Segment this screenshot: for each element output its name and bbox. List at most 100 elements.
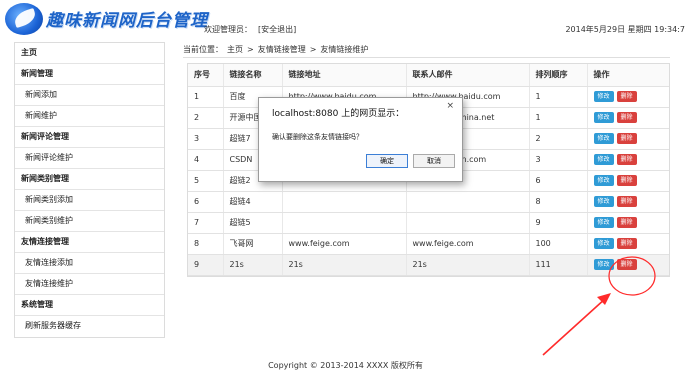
- cell-order: 3: [529, 149, 588, 171]
- edit-button[interactable]: 修改: [593, 175, 614, 186]
- table-row: 8 飞哥网 www.feige.com www.feige.com 100 修改…: [188, 233, 669, 255]
- cell-no: 2: [188, 107, 224, 129]
- cell-actions: 修改 删除: [587, 128, 669, 150]
- cell-no: 8: [188, 233, 224, 255]
- breadcrumb: 当前位置： 主页 > 友情链接管理 > 友情链接维护: [183, 44, 670, 58]
- sidebar-group-links[interactable]: 友情连接管理: [15, 232, 164, 253]
- cell-actions: 修改 删除: [587, 170, 669, 192]
- table-row: 6 超链4 8 修改 删除: [188, 191, 669, 213]
- cell-email: 21s: [406, 254, 530, 276]
- breadcrumb-separator: >: [309, 45, 317, 54]
- delete-button[interactable]: 删除: [616, 175, 637, 186]
- cell-actions: 修改 删除: [587, 107, 669, 129]
- table-row: 9 21s 21s 21s 111 修改 删除: [188, 254, 669, 276]
- site-logo-text: 趣味新闻网后台管理: [46, 11, 208, 31]
- cell-no: 7: [188, 212, 224, 234]
- edit-button[interactable]: 修改: [593, 196, 614, 207]
- breadcrumb-prefix: 当前位置：: [183, 45, 223, 54]
- sidebar-group-system[interactable]: 系统管理: [15, 295, 164, 316]
- cell-order: 1: [529, 107, 588, 129]
- column-header: 排列顺序: [529, 64, 588, 87]
- cell-actions: 修改 删除: [587, 254, 669, 276]
- delete-button[interactable]: 删除: [616, 238, 637, 249]
- footer-copyright: Copyright © 2013-2014 XXXX 版权所有: [268, 361, 423, 370]
- column-header: 链接名称: [223, 64, 283, 87]
- delete-button[interactable]: 删除: [616, 259, 637, 270]
- sidebar-group-news[interactable]: 新闻管理: [15, 64, 164, 85]
- cell-name: 21s: [223, 254, 283, 276]
- cancel-button[interactable]: 取消: [413, 154, 455, 168]
- close-icon[interactable]: ×: [446, 101, 454, 111]
- cell-email: [406, 191, 530, 213]
- sidebar-item-news-maintain[interactable]: 新闻维护: [15, 106, 164, 127]
- cell-order: 100: [529, 233, 588, 255]
- cell-url: www.feige.com: [282, 233, 407, 255]
- cell-email: www.feige.com: [406, 233, 530, 255]
- sidebar-item-category-add[interactable]: 新闻类别添加: [15, 190, 164, 211]
- cell-name: 超链5: [223, 212, 283, 234]
- cell-actions: 修改 删除: [587, 149, 669, 171]
- sidebar-item-home[interactable]: 主页: [15, 43, 164, 64]
- cell-no: 1: [188, 86, 224, 108]
- delete-button[interactable]: 删除: [616, 133, 637, 144]
- table-header-row: 序号 链接名称 链接地址 联系人邮件 排列顺序 操作: [188, 64, 669, 87]
- delete-button[interactable]: 删除: [616, 217, 637, 228]
- dialog-title: localhost:8080 上的网页显示：: [272, 109, 405, 119]
- table-row: 7 超链5 9 修改 删除: [188, 212, 669, 234]
- annotation-arrow-head: [597, 293, 611, 305]
- delete-button[interactable]: 删除: [616, 196, 637, 207]
- cell-order: 1: [529, 86, 588, 108]
- edit-button[interactable]: 修改: [593, 154, 614, 165]
- cell-order: 9: [529, 212, 588, 234]
- cell-actions: 修改 删除: [587, 191, 669, 213]
- edit-button[interactable]: 修改: [593, 217, 614, 228]
- cell-url: [282, 212, 407, 234]
- cell-no: 5: [188, 170, 224, 192]
- cell-name: 超链4: [223, 191, 283, 213]
- cell-order: 6: [529, 170, 588, 192]
- sidebar-item-refresh-cache[interactable]: 刷新服务器缓存: [15, 316, 164, 337]
- cell-actions: 修改 删除: [587, 233, 669, 255]
- sidebar-item-link-add[interactable]: 友情连接添加: [15, 253, 164, 274]
- cell-email: [406, 212, 530, 234]
- logo-icon: [5, 3, 43, 35]
- edit-button[interactable]: 修改: [593, 259, 614, 270]
- dialog-message: 确认要删除这条友情链接吗？: [272, 133, 363, 141]
- cell-no: 4: [188, 149, 224, 171]
- edit-button[interactable]: 修改: [593, 133, 614, 144]
- sidebar-group-categories[interactable]: 新闻类别管理: [15, 169, 164, 190]
- column-header: 联系人邮件: [406, 64, 530, 87]
- sidebar-item-link-maintain[interactable]: 友情连接维护: [15, 274, 164, 295]
- sidebar-group-comments[interactable]: 新闻评论管理: [15, 127, 164, 148]
- cell-name: 飞哥网: [223, 233, 283, 255]
- delete-button[interactable]: 删除: [616, 112, 637, 123]
- cell-no: 6: [188, 191, 224, 213]
- breadcrumb-separator: >: [247, 45, 254, 54]
- delete-button[interactable]: 删除: [616, 154, 637, 165]
- ok-button[interactable]: 确定: [366, 154, 408, 168]
- cell-url: 21s: [282, 254, 407, 276]
- breadcrumb-section[interactable]: 友情链接管理: [258, 45, 306, 54]
- edit-button[interactable]: 修改: [593, 91, 614, 102]
- delete-button[interactable]: 删除: [616, 91, 637, 102]
- cell-actions: 修改 删除: [587, 86, 669, 108]
- cell-order: 2: [529, 128, 588, 150]
- logout-link[interactable]: [安全退出]: [258, 24, 296, 35]
- sidebar-item-news-add[interactable]: 新闻添加: [15, 85, 164, 106]
- cell-url: [282, 191, 407, 213]
- cell-order: 111: [529, 254, 588, 276]
- column-header: 序号: [188, 64, 224, 87]
- sidebar: 主页 新闻管理 新闻添加 新闻维护 新闻评论管理 新闻评论维护 新闻类别管理 新…: [14, 42, 165, 338]
- cell-no: 9: [188, 254, 224, 276]
- breadcrumb-current: 友情链接维护: [320, 45, 369, 54]
- cell-no: 3: [188, 128, 224, 150]
- cell-actions: 修改 删除: [587, 212, 669, 234]
- sidebar-item-category-maintain[interactable]: 新闻类别维护: [15, 211, 164, 232]
- edit-button[interactable]: 修改: [593, 238, 614, 249]
- cell-order: 8: [529, 191, 588, 213]
- breadcrumb-home[interactable]: 主页: [227, 45, 243, 54]
- sidebar-item-comments-maintain[interactable]: 新闻评论维护: [15, 148, 164, 169]
- confirm-dialog: localhost:8080 上的网页显示： × 确认要删除这条友情链接吗？ 确…: [258, 97, 463, 182]
- column-header: 操作: [587, 64, 669, 87]
- edit-button[interactable]: 修改: [593, 112, 614, 123]
